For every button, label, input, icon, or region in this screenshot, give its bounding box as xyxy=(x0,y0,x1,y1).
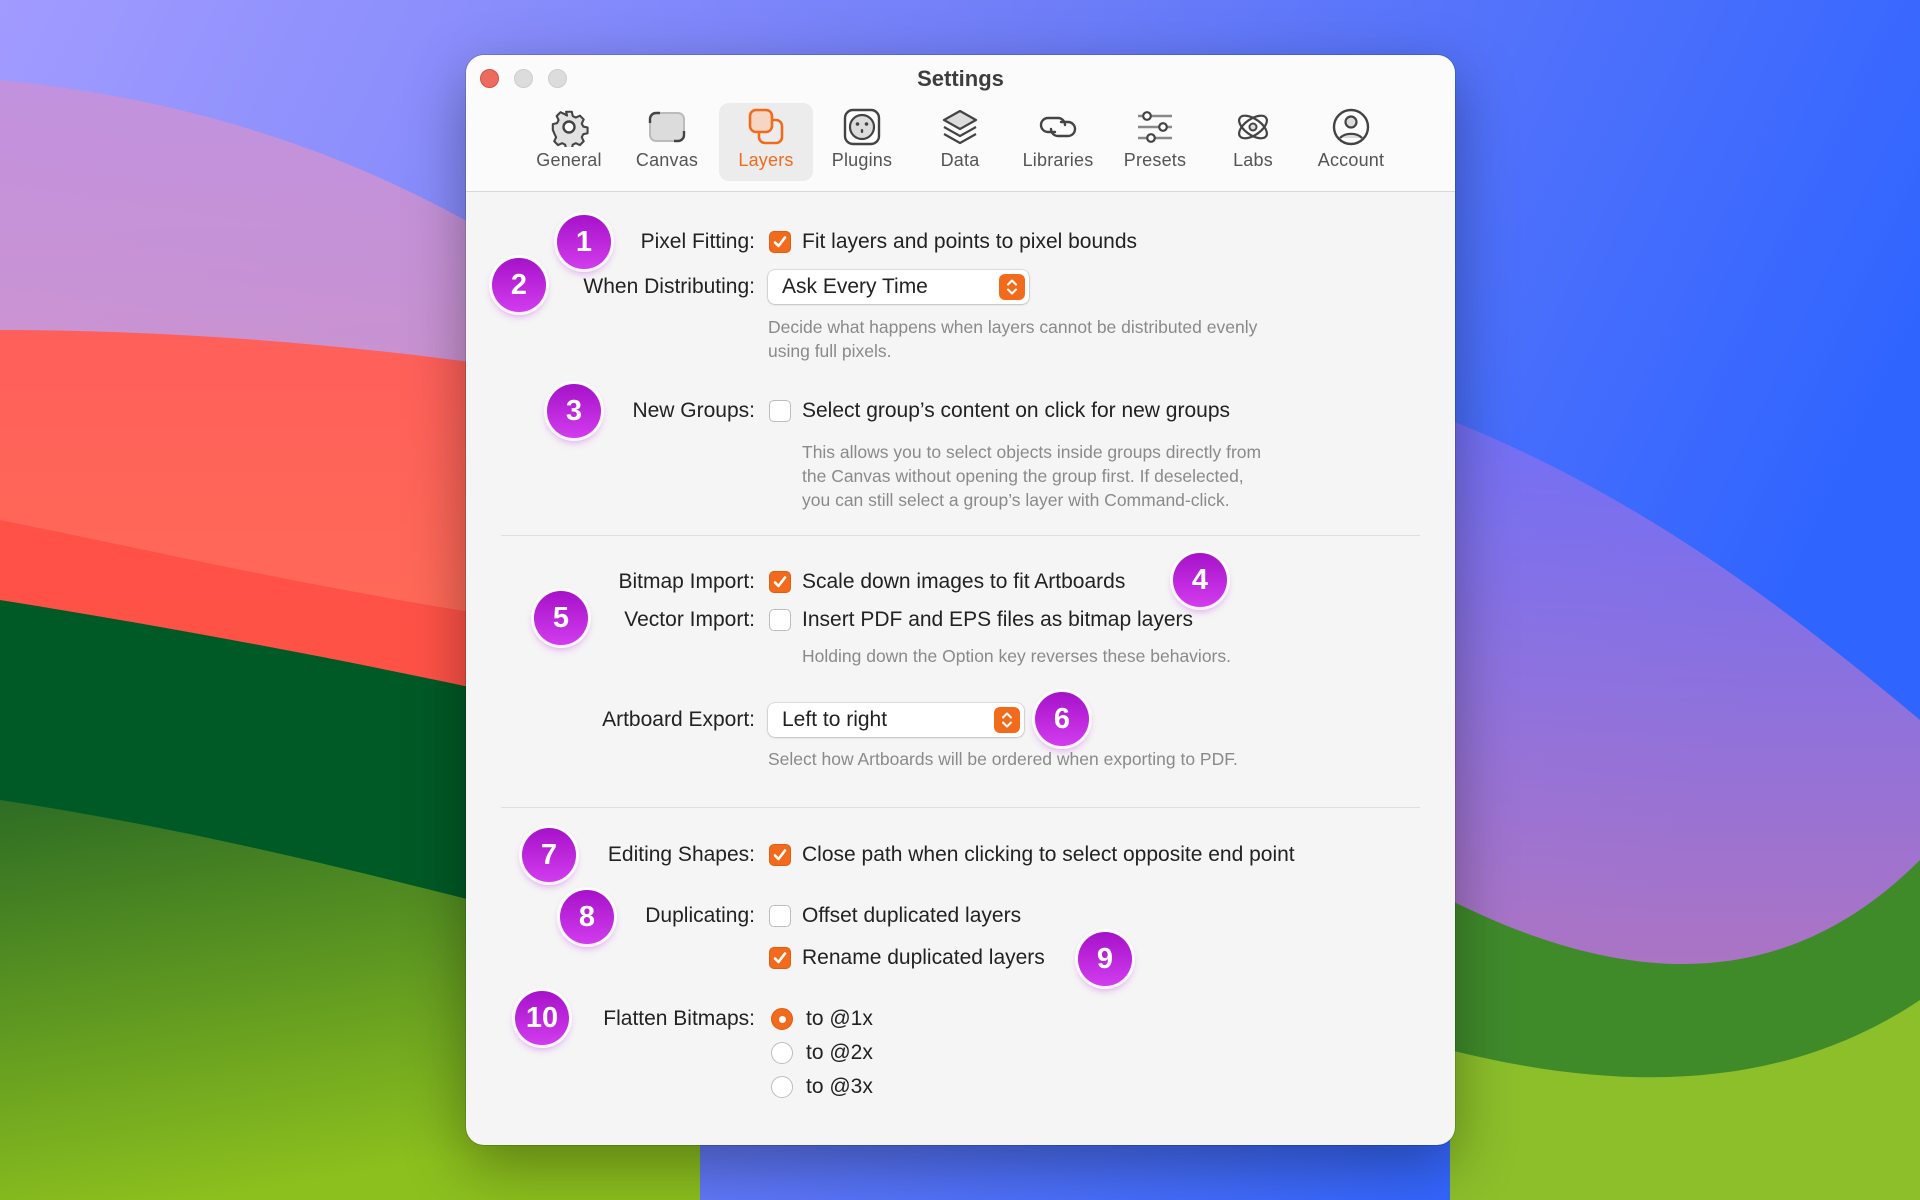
new-groups-option[interactable]: Select group’s content on click for new … xyxy=(802,399,1230,423)
checkmark-icon xyxy=(773,236,787,248)
hint-line: Decide what happens when layers cannot b… xyxy=(768,317,1258,337)
annotation-badge-10: 10 xyxy=(515,991,569,1045)
when-distributing-dropdown[interactable]: Ask Every Time xyxy=(768,270,1029,304)
new-groups-label: New Groups: xyxy=(632,399,755,422)
tab-layers[interactable]: Layers xyxy=(719,103,813,181)
bitmap-import-option[interactable]: Scale down images to fit Artboards xyxy=(802,570,1125,594)
dropdown-value: Ask Every Time xyxy=(782,275,928,298)
offset-duplicated-option[interactable]: Offset duplicated layers xyxy=(802,904,1021,928)
tab-label: Canvas xyxy=(635,150,699,170)
tab-canvas[interactable]: Canvas xyxy=(620,103,714,181)
checkmark-icon xyxy=(773,952,787,964)
tab-labs[interactable]: Labs xyxy=(1206,103,1300,181)
artboard-export-hint: Select how Artboards will be ordered whe… xyxy=(768,749,1238,769)
annotation-badge-3: 3 xyxy=(547,384,601,438)
link-icon xyxy=(1038,107,1078,147)
hint-line: the Canvas without opening the group fir… xyxy=(802,466,1244,486)
tab-label: Plugins xyxy=(831,150,893,170)
tab-label: Presets xyxy=(1123,150,1187,170)
annotation-badge-4: 4 xyxy=(1173,553,1227,607)
rename-duplicated-option[interactable]: Rename duplicated layers xyxy=(802,946,1045,970)
rename-duplicated-checkbox[interactable] xyxy=(769,947,791,969)
flatten-bitmaps-label: Flatten Bitmaps: xyxy=(603,1007,755,1030)
atom-icon xyxy=(1233,107,1273,147)
artboard-export-label: Artboard Export: xyxy=(602,708,755,731)
flatten-2x-radio[interactable] xyxy=(771,1042,793,1064)
chevron-updown-icon xyxy=(994,707,1020,733)
offset-duplicated-checkbox[interactable] xyxy=(769,905,791,927)
pixel-fitting-label: Pixel Fitting: xyxy=(640,230,755,253)
tab-label: Labs xyxy=(1233,150,1273,170)
layers-settings-pane: Pixel Fitting: Fit layers and points to … xyxy=(466,192,1455,1145)
hint-line: using full pixels. xyxy=(768,341,892,361)
flatten-3x-radio[interactable] xyxy=(771,1076,793,1098)
chevron-updown-icon xyxy=(999,274,1025,300)
tab-presets[interactable]: Presets xyxy=(1108,103,1202,181)
tab-label: Account xyxy=(1317,150,1385,170)
annotation-badge-8: 8 xyxy=(560,890,614,944)
tab-label: Libraries xyxy=(1022,150,1094,170)
when-distributing-hint: Decide what happens when layers cannot b… xyxy=(768,315,1257,363)
tab-general[interactable]: General xyxy=(522,103,616,181)
editing-shapes-option[interactable]: Close path when clicking to select oppos… xyxy=(802,843,1295,867)
tab-account[interactable]: Account xyxy=(1304,103,1398,181)
annotation-badge-1: 1 xyxy=(557,215,611,269)
when-distributing-label: When Distributing: xyxy=(583,275,755,298)
new-groups-checkbox[interactable] xyxy=(769,400,791,422)
plug-socket-icon xyxy=(842,107,882,147)
layers-data-icon xyxy=(940,107,980,147)
tab-label: Layers xyxy=(738,150,794,170)
annotation-badge-6: 6 xyxy=(1035,692,1089,746)
duplicating-label: Duplicating: xyxy=(645,904,755,927)
editing-shapes-label: Editing Shapes: xyxy=(607,843,755,866)
tab-label: Data xyxy=(940,150,980,170)
flatten-1x-radio[interactable] xyxy=(771,1008,793,1030)
tab-data[interactable]: Data xyxy=(913,103,1007,181)
pixel-fitting-option[interactable]: Fit layers and points to pixel bounds xyxy=(802,230,1137,254)
flatten-2x-option[interactable]: to @2x xyxy=(806,1041,873,1065)
tab-plugins[interactable]: Plugins xyxy=(815,103,909,181)
flatten-3x-option[interactable]: to @3x xyxy=(806,1075,873,1099)
gear-icon xyxy=(549,107,589,147)
checkmark-icon xyxy=(773,849,787,861)
tab-label: General xyxy=(536,150,602,170)
section-divider xyxy=(501,807,1420,808)
hint-line: This allows you to select objects inside… xyxy=(802,442,1262,462)
bitmap-import-label: Bitmap Import: xyxy=(618,570,755,593)
person-circle-icon xyxy=(1331,107,1371,147)
dropdown-value: Left to right xyxy=(782,708,888,731)
flatten-1x-option[interactable]: to @1x xyxy=(806,1007,873,1031)
artboard-export-dropdown[interactable]: Left to right xyxy=(768,703,1024,737)
hint-line: you can still select a group’s layer wit… xyxy=(802,490,1230,510)
pixel-fitting-checkbox[interactable] xyxy=(769,231,791,253)
tab-libraries[interactable]: Libraries xyxy=(1011,103,1105,181)
annotation-badge-2: 2 xyxy=(492,258,546,312)
vector-import-option[interactable]: Insert PDF and EPS files as bitmap layer… xyxy=(802,608,1193,632)
sliders-icon xyxy=(1135,107,1175,147)
window-title: Settings xyxy=(917,66,1004,91)
editing-shapes-checkbox[interactable] xyxy=(769,844,791,866)
annotation-badge-7: 7 xyxy=(522,828,576,882)
layers-stack-icon xyxy=(746,107,786,147)
title-bar: Settings General Canvas Layers Plugins D… xyxy=(466,55,1455,192)
import-hint: Holding down the Option key reverses the… xyxy=(802,646,1231,666)
canvas-icon xyxy=(647,107,687,147)
settings-window: Settings General Canvas Layers Plugins D… xyxy=(466,55,1455,1145)
bitmap-import-checkbox[interactable] xyxy=(769,571,791,593)
annotation-badge-9: 9 xyxy=(1078,932,1132,986)
vector-import-checkbox[interactable] xyxy=(769,609,791,631)
annotation-badge-5: 5 xyxy=(534,591,588,645)
section-divider xyxy=(501,535,1420,536)
vector-import-label: Vector Import: xyxy=(624,608,755,631)
checkmark-icon xyxy=(773,576,787,588)
new-groups-hint: This allows you to select objects inside… xyxy=(802,440,1261,512)
